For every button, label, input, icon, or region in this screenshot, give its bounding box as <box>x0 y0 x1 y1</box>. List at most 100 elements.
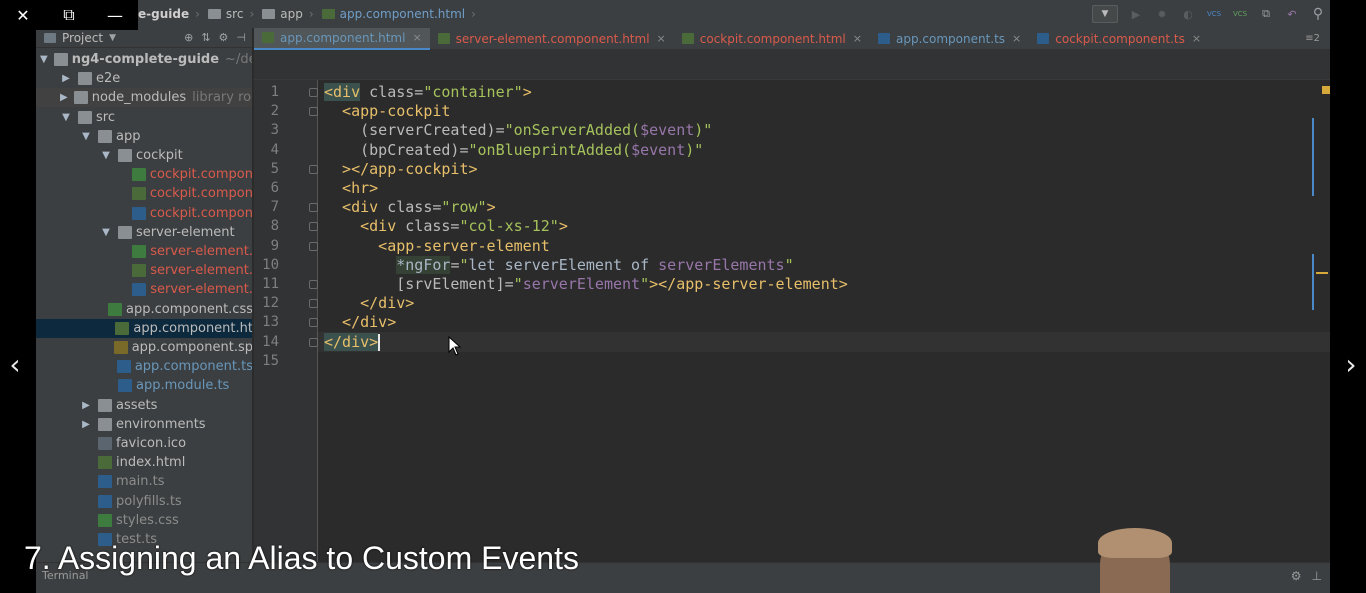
breadcrumb-item-src[interactable]: src <box>207 7 243 21</box>
tree-item[interactable]: app.component.ts <box>36 357 252 376</box>
close-tab-icon[interactable]: × <box>1192 32 1201 45</box>
run-icon[interactable]: ▶ <box>1128 6 1144 22</box>
tree-item[interactable]: favicon.ico <box>36 434 252 453</box>
warning-marker-icon[interactable] <box>1322 86 1330 94</box>
tree-item[interactable]: app.component.ht <box>36 318 252 338</box>
close-tab-icon[interactable]: × <box>853 32 862 45</box>
minimize-window-icon[interactable]: — <box>92 0 138 30</box>
fold-marker-icon[interactable] <box>309 203 318 213</box>
fold-marker-icon[interactable] <box>309 164 318 174</box>
close-tab-icon[interactable]: × <box>657 32 666 45</box>
project-panel-tools: ⊕ ⇅ ⚙ ⊣ <box>184 31 252 44</box>
chevron-down-icon[interactable]: ▼ <box>109 33 116 43</box>
locate-icon[interactable]: ⊕ <box>184 31 193 44</box>
chevron-down-icon[interactable]: ▼ <box>40 54 48 65</box>
tree-item[interactable]: styles.css <box>36 511 252 530</box>
gear-icon[interactable]: ⚙ <box>219 31 229 44</box>
vcs-update-icon[interactable]: VCS <box>1206 6 1222 22</box>
error-stripe-marker[interactable] <box>1316 272 1328 274</box>
restore-window-icon[interactable]: ⧉ <box>46 0 92 30</box>
search-icon[interactable]: ⚲ <box>1310 6 1326 22</box>
chevron-down-icon[interactable]: ▼ <box>100 227 112 238</box>
tree-item[interactable]: ▶ environments <box>36 415 252 434</box>
next-slide-button[interactable]: › <box>1336 348 1366 381</box>
code-token: serverElement <box>522 275 641 293</box>
tree-item[interactable]: ▼ server-element <box>36 223 252 242</box>
tree-item-label: polyfills.ts <box>116 493 182 509</box>
tree-item[interactable]: polyfills.ts <box>36 492 252 511</box>
editor-tab[interactable]: app.component.html × <box>254 27 430 50</box>
close-tab-icon[interactable]: × <box>1012 32 1021 45</box>
tree-item[interactable]: main.ts <box>36 472 252 491</box>
editor-tab[interactable]: cockpit.component.html × <box>674 28 870 50</box>
previous-slide-button[interactable]: ‹ <box>0 348 30 381</box>
tab-overflow-indicator[interactable]: ≡2 <box>1305 33 1330 44</box>
code-editor[interactable]: 1 2 3 4 5 6 7 8 9 10 11 12 13 14 15 <div class="contai… <box>254 80 1330 593</box>
line-number: 5 <box>270 160 279 177</box>
code-token: *ngFor <box>396 255 451 274</box>
fold-marker-icon[interactable] <box>309 88 318 97</box>
collapse-all-icon[interactable]: ⇅ <box>201 31 210 44</box>
tree-item[interactable]: ▼ ng4-complete-guide ~/dev <box>36 50 252 69</box>
editor-tab[interactable]: app.component.ts × <box>870 28 1029 50</box>
tree-item[interactable]: server-element. <box>36 261 252 280</box>
line-number: 10 <box>262 256 279 273</box>
fold-marker-icon[interactable] <box>309 107 318 117</box>
breadcrumb-item-file[interactable]: app.component.html <box>321 7 465 21</box>
tree-item[interactable]: server-element. <box>36 280 252 299</box>
file-icon <box>98 513 112 527</box>
tree-item[interactable]: app.module.ts <box>36 376 252 395</box>
coverage-icon[interactable]: ◐ <box>1180 6 1196 22</box>
chevron-right-icon[interactable]: ▶ <box>60 92 68 103</box>
tree-item-label: node_modules <box>91 90 187 106</box>
fold-marker-icon[interactable] <box>309 299 318 309</box>
tree-item[interactable]: cockpit.compon <box>36 204 252 223</box>
run-config-dropdown[interactable]: ▼ <box>1092 5 1118 23</box>
vcs-commit-icon[interactable]: VCS <box>1232 6 1248 22</box>
close-tab-icon[interactable]: × <box>412 31 421 44</box>
tree-item[interactable]: ▼ src <box>36 108 252 127</box>
chevron-right-icon[interactable]: ▶ <box>80 419 92 430</box>
chevron-right-icon[interactable]: ▶ <box>60 73 72 84</box>
breadcrumb-item-project[interactable]: e-guide <box>138 7 189 21</box>
fold-marker-icon[interactable] <box>309 318 318 328</box>
breadcrumb-item-app[interactable]: app <box>262 7 303 21</box>
line-number: 12 <box>262 295 279 312</box>
line-number: 14 <box>262 333 279 350</box>
editor-tab[interactable]: cockpit.component.ts × <box>1029 28 1209 50</box>
chevron-right-icon[interactable]: ▶ <box>80 400 92 411</box>
tree-item[interactable]: ▶ assets <box>36 396 252 415</box>
code-token: "col-xs-12" <box>459 217 559 236</box>
code-token: <app-cockpit <box>324 102 451 121</box>
tree-item[interactable]: ▼ app <box>36 127 252 146</box>
structure-icon[interactable]: ⧉ <box>1258 6 1274 22</box>
tree-item[interactable]: app.component.sp <box>36 338 252 357</box>
change-marker[interactable] <box>1312 118 1314 196</box>
tree-item[interactable]: cockpit.compon <box>36 165 252 184</box>
tree-item[interactable]: ▶ node_modules library roo <box>36 88 252 108</box>
tree-item[interactable]: ▶ e2e <box>36 69 252 88</box>
fold-marker-icon[interactable] <box>309 241 318 251</box>
chevron-down-icon[interactable]: ▼ <box>60 112 72 123</box>
fold-marker-icon[interactable] <box>309 222 318 232</box>
tree-item[interactable]: cockpit.compon <box>36 184 252 203</box>
hide-panel-icon[interactable]: ⊣ <box>236 31 246 44</box>
tree-item[interactable]: server-element. <box>36 242 252 261</box>
gear-icon[interactable]: ⚙ <box>1291 569 1302 583</box>
debug-icon[interactable]: ✹ <box>1154 6 1170 22</box>
tree-item[interactable]: index.html <box>36 453 252 472</box>
ide-window: e-guide › src › app › app.component.html… <box>36 0 1330 593</box>
change-marker[interactable] <box>1312 254 1314 310</box>
hide-panel-icon[interactable]: ⊥ <box>1312 569 1322 583</box>
fold-marker-icon[interactable] <box>309 280 318 289</box>
chevron-down-icon[interactable]: ▼ <box>100 150 112 161</box>
chevron-down-icon[interactable]: ▼ <box>80 131 92 142</box>
close-window-icon[interactable]: ✕ <box>0 0 46 30</box>
revert-icon[interactable]: ↶ <box>1284 6 1300 22</box>
fold-marker-icon[interactable] <box>309 337 318 347</box>
tree-item[interactable]: ▼ cockpit <box>36 146 252 165</box>
tree-item[interactable]: app.component.css <box>36 300 252 319</box>
project-panel-title[interactable]: Project <box>62 31 103 45</box>
editor-tab[interactable]: server-element.component.html × <box>430 28 674 50</box>
tree-item-label: environments <box>116 416 206 432</box>
